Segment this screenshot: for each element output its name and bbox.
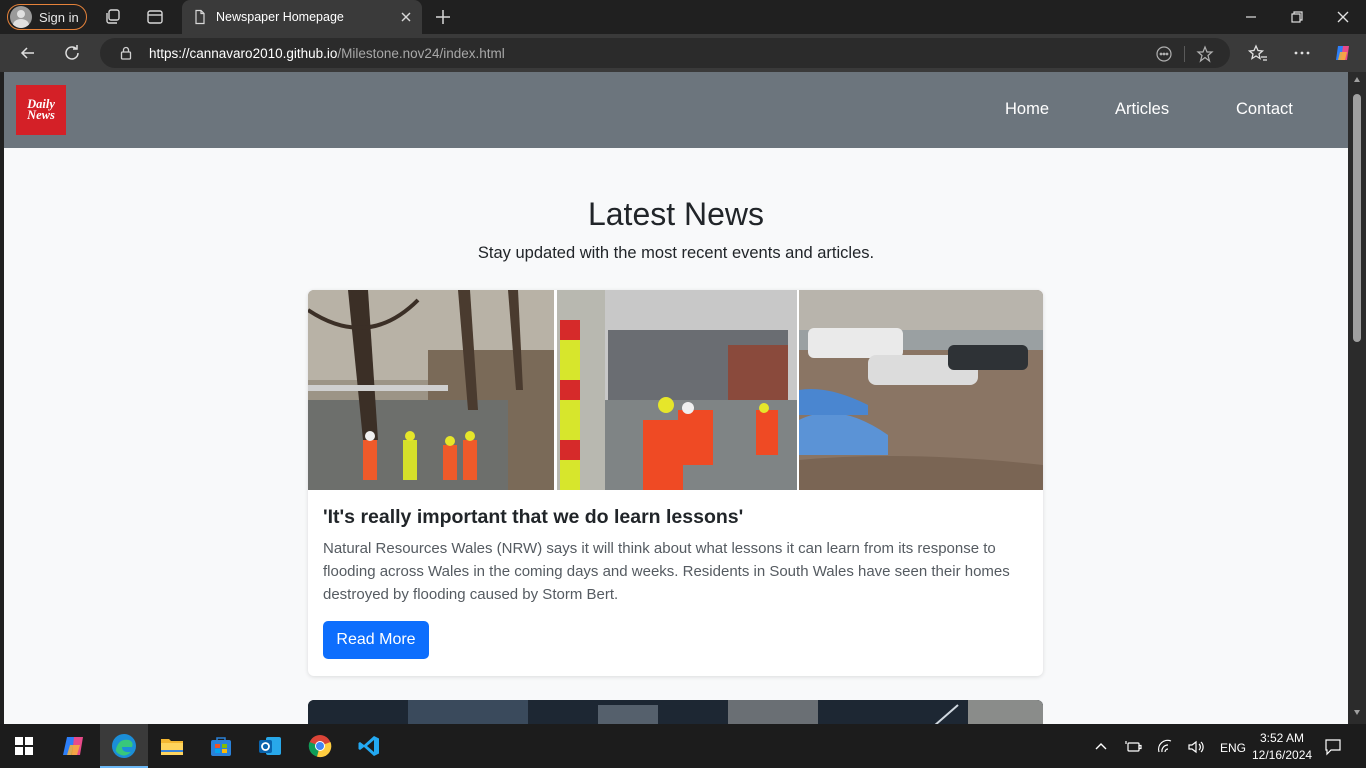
article-summary: Natural Resources Wales (NRW) says it wi… [323, 540, 1010, 603]
page-icon [195, 9, 205, 25]
address-separator [1184, 46, 1185, 62]
minimize-icon[interactable] [1241, 7, 1261, 27]
read-more-button[interactable]: Read More [323, 621, 429, 659]
windows-taskbar: ENG 3:52 AM 12/16/2024 [0, 724, 1366, 768]
browser-tab-strip: Sign in Newspaper Homepage [0, 0, 1366, 34]
lock-icon[interactable] [118, 45, 134, 61]
clock[interactable]: 3:52 AM 12/16/2024 [1252, 730, 1312, 764]
store-icon [211, 737, 231, 756]
favorite-star-icon[interactable] [1196, 45, 1214, 63]
article-card: 'It's really important that we do learn … [308, 290, 1043, 676]
nav-articles-link[interactable]: Articles [1115, 100, 1169, 119]
scroll-up-arrow-icon[interactable] [1353, 76, 1361, 84]
url-path: /Milestone.nov24/index.html [337, 46, 505, 61]
volume-icon[interactable] [1186, 737, 1206, 757]
clock-date: 12/16/2024 [1252, 748, 1313, 762]
logo-text-line2: News [27, 108, 55, 122]
taskbar-copilot[interactable] [50, 724, 98, 768]
tab-newspaper-homepage[interactable]: Newspaper Homepage [182, 0, 422, 34]
page-title: Latest News [587, 196, 765, 232]
page-viewport: Daily News Home Articles Contact Latest … [4, 72, 1348, 724]
next-article-card [308, 700, 1043, 724]
tab-title: Newspaper Homepage [216, 10, 344, 24]
restore-icon[interactable] [1287, 7, 1307, 27]
page-scrollbar[interactable] [1348, 72, 1366, 724]
site-header: Daily News Home Articles Contact [4, 72, 1348, 148]
close-tab-icon[interactable] [398, 9, 414, 25]
folder-icon [161, 739, 183, 755]
taskbar-vscode[interactable] [345, 724, 393, 768]
chrome-icon [308, 735, 332, 758]
taskbar-outlook[interactable] [246, 724, 294, 768]
close-window-icon[interactable] [1333, 7, 1353, 27]
edge-app-icon [112, 734, 136, 758]
reading-mode-icon[interactable] [1155, 45, 1173, 63]
taskbar-file-explorer[interactable] [148, 724, 196, 768]
taskbar-chrome[interactable] [296, 724, 344, 768]
workspaces-icon[interactable] [103, 7, 123, 27]
start-button[interactable] [0, 724, 48, 768]
page-subtitle: Stay updated with the most recent events… [477, 244, 875, 262]
favorites-icon[interactable] [1248, 43, 1268, 63]
taskbar-edge[interactable] [100, 724, 148, 768]
article-title: 'It's really important that we do learn … [323, 506, 744, 528]
taskbar-store[interactable] [197, 724, 245, 768]
outlook-icon [259, 737, 281, 755]
notifications-icon[interactable] [1323, 737, 1343, 757]
clock-time: 3:52 AM [1259, 731, 1305, 745]
windows-logo-icon [15, 737, 33, 755]
profile-sign-in-button[interactable]: Sign in [7, 4, 87, 30]
address-bar[interactable]: https://cannavaro2010.github.io/Mileston… [100, 38, 1230, 68]
back-icon[interactable] [18, 43, 38, 63]
battery-icon[interactable] [1124, 737, 1144, 757]
network-icon[interactable] [1156, 737, 1176, 757]
next-article-image [308, 700, 1043, 724]
flood-rescue-image [308, 290, 1043, 490]
nav-home-link[interactable]: Home [1005, 100, 1049, 119]
scroll-down-arrow-icon[interactable] [1353, 708, 1361, 716]
tab-actions-icon[interactable] [145, 7, 165, 27]
input-language[interactable]: ENG [1220, 741, 1246, 755]
more-options-icon[interactable] [1292, 43, 1312, 63]
sign-in-label: Sign in [39, 9, 79, 25]
scrollbar-thumb[interactable] [1353, 94, 1361, 342]
new-tab-icon[interactable] [433, 7, 453, 27]
url-host: https://cannavaro2010.github.io [149, 46, 338, 61]
vscode-icon [358, 736, 379, 756]
refresh-icon[interactable] [62, 43, 82, 63]
browser-toolbar: https://cannavaro2010.github.io/Mileston… [0, 34, 1366, 72]
profile-avatar-icon [10, 6, 32, 28]
show-hidden-icons-chevron-icon[interactable] [1091, 737, 1111, 757]
nav-contact-link[interactable]: Contact [1236, 100, 1293, 119]
copilot-app-icon [63, 737, 83, 755]
copilot-icon[interactable] [1333, 43, 1353, 63]
daily-news-logo[interactable]: Daily News [16, 85, 66, 135]
url-text[interactable]: https://cannavaro2010.github.io/Mileston… [149, 46, 505, 61]
